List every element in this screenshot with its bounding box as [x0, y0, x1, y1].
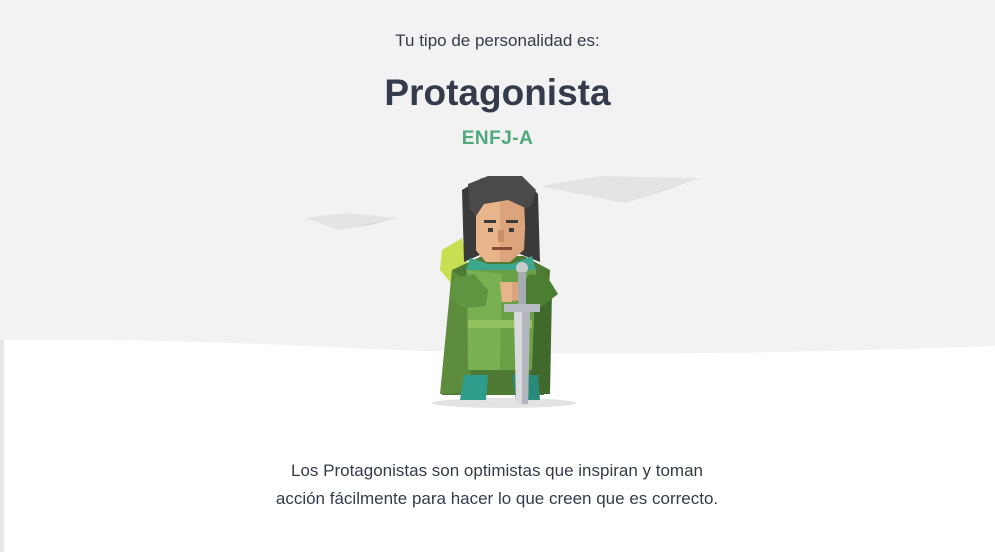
personality-description: Los Protagonistas son optimistas que ins…: [197, 457, 797, 513]
description-line-2: acción fácilmente para hacer lo que cree…: [275, 489, 719, 508]
personality-result-page: Tu tipo de personalidad es: Protagonista…: [0, 0, 995, 552]
result-intro: Tu tipo de personalidad es:: [395, 31, 600, 50]
personality-type-name: Protagonista: [384, 72, 611, 113]
personality-type-code: ENFJ-A: [461, 128, 534, 149]
result-header: Tu tipo de personalidad es: Protagonista…: [0, 28, 995, 151]
description-line-1: Los Protagonistas son optimistas que ins…: [290, 461, 703, 480]
protagonist-character-icon: [432, 176, 576, 408]
